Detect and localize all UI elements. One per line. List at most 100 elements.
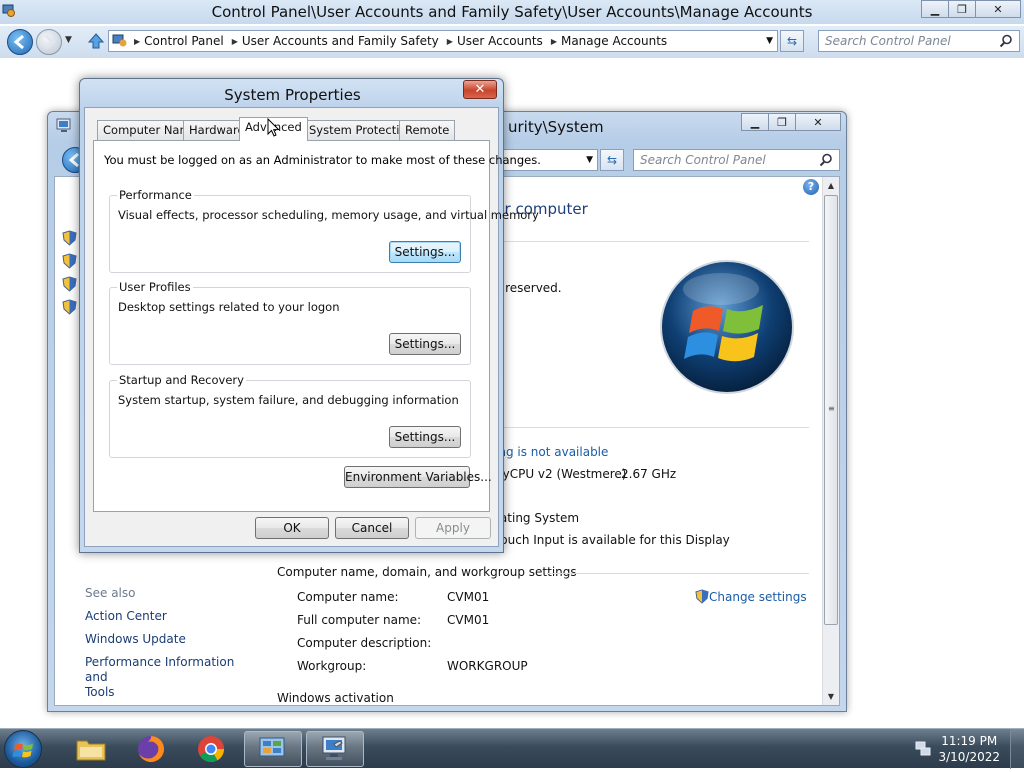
breadcrumb-separator-icon[interactable]: ▶	[445, 37, 453, 46]
up-arrow-icon[interactable]	[86, 31, 106, 51]
dialog-close-button[interactable]: ✕	[463, 80, 497, 99]
taskbar-clock[interactable]: 11:19 PM 3/10/2022	[938, 733, 1000, 765]
shield-icon	[695, 589, 709, 604]
rating-link[interactable]: ing is not available	[495, 445, 608, 459]
performance-group: Performance Visual effects, processor sc…	[109, 188, 539, 273]
forward-button[interactable]	[36, 29, 62, 55]
admin-note: You must be logged on as an Administrato…	[104, 153, 541, 167]
minimize-button[interactable]: ▁	[741, 113, 769, 131]
breadcrumb-user-accounts-family-safety[interactable]: User Accounts and Family Safety	[238, 34, 445, 48]
breadcrumb-separator-icon[interactable]: ▶	[549, 37, 557, 46]
user-profiles-title: User Profiles	[117, 280, 193, 294]
computer-name-value: CVM01	[447, 590, 490, 604]
start-button[interactable]	[4, 730, 42, 768]
close-icon: ✕	[993, 2, 1003, 16]
divider	[547, 573, 809, 574]
help-button[interactable]: ?	[803, 179, 819, 195]
show-desktop-button[interactable]	[1010, 729, 1024, 769]
address-dropdown-icon[interactable]: ▼	[586, 155, 593, 165]
apply-button[interactable]: Apply	[415, 517, 491, 539]
help-icon: ?	[807, 180, 815, 193]
user-profiles-settings-button[interactable]: Settings...	[389, 333, 461, 355]
address-dropdown-icon[interactable]: ▼	[766, 36, 773, 46]
dialog-body: Computer Name Hardware Advanced System P…	[84, 107, 541, 547]
close-button[interactable]: ✕	[975, 0, 1021, 18]
taskbar: 11:19 PM 3/10/2022	[0, 728, 1024, 769]
refresh-button[interactable]: ⇆	[780, 30, 804, 52]
link-windows-update[interactable]: Windows Update	[85, 632, 255, 647]
see-also-title: See also	[85, 586, 136, 600]
firefox-icon	[138, 736, 164, 762]
search-icon[interactable]	[819, 153, 833, 167]
full-computer-name-value: CVM01	[447, 613, 490, 627]
link-performance-line1: Performance Information and	[85, 655, 235, 684]
copyright-text: s reserved.	[495, 281, 562, 295]
taskbar-firefox[interactable]	[122, 731, 180, 767]
back-arrow-icon	[13, 34, 24, 50]
refresh-button[interactable]: ⇆	[600, 149, 624, 171]
address-bar[interactable]: ▶ Control Panel ▶ User Accounts and Fami…	[108, 30, 778, 52]
breadcrumb-separator-icon[interactable]: ▶	[132, 37, 140, 46]
processor-text: nyCPU v2 (Westmere)	[495, 467, 627, 481]
scroll-down-icon[interactable]: ▼	[823, 688, 839, 705]
minimize-icon: ▁	[750, 115, 760, 129]
control-panel-icon	[112, 34, 127, 47]
change-settings-link[interactable]: Change settings	[695, 589, 807, 604]
vertical-scrollbar[interactable]: ▲ ≡ ▼	[822, 177, 839, 705]
advanced-tab-panel: You must be logged on as an Administrato…	[93, 140, 541, 512]
recent-pages-icon[interactable]: ▼	[65, 35, 72, 45]
windows-logo	[660, 260, 794, 394]
windows-activation-title: Windows activation	[277, 691, 394, 705]
minimize-button[interactable]: ▁	[921, 0, 949, 18]
taskbar-system-properties[interactable]	[306, 731, 364, 767]
search-input[interactable]: Search Control Panel	[633, 149, 840, 171]
performance-settings-button[interactable]: Settings...	[389, 241, 461, 263]
ok-button[interactable]: OK	[255, 517, 329, 539]
link-performance-information[interactable]: Performance Information and Tools	[85, 655, 255, 700]
divider	[495, 241, 809, 242]
change-settings-label: Change settings	[709, 589, 807, 604]
tab-remote[interactable]: Remote	[399, 120, 456, 140]
user-profiles-desc: Desktop settings related to your logon	[118, 300, 340, 314]
taskbar-chrome[interactable]	[182, 731, 240, 767]
user-profiles-group: User Profiles Desktop settings related t…	[109, 280, 471, 365]
breadcrumb-manage-accounts[interactable]: Manage Accounts	[557, 34, 673, 48]
chrome-icon	[198, 736, 225, 763]
manage-accounts-addressbar: ▼ ▶ Control Panel ▶ User Accounts and Fa…	[0, 26, 1024, 58]
workgroup-label: Workgroup:	[297, 659, 367, 673]
breadcrumb-control-panel[interactable]: Control Panel	[140, 34, 230, 48]
folder-icon	[76, 740, 106, 761]
refresh-icon: ⇆	[606, 153, 618, 167]
restore-button[interactable]: ❐	[948, 0, 976, 18]
control-panel-icon	[259, 737, 285, 757]
search-placeholder: Search Control Panel	[825, 34, 951, 48]
restore-button[interactable]: ❐	[768, 113, 796, 131]
computer-name-label: Computer name:	[297, 590, 399, 604]
manage-accounts-titlebar[interactable]: Control Panel\User Accounts and Family S…	[0, 0, 1024, 24]
mouse-cursor-icon	[267, 118, 280, 137]
shield-icon	[62, 230, 77, 246]
back-button[interactable]	[7, 29, 33, 55]
forward-arrow-icon	[45, 34, 56, 50]
performance-desc: Visual effects, processor scheduling, me…	[118, 208, 539, 222]
close-button[interactable]: ✕	[795, 113, 841, 131]
taskbar-control-panel[interactable]	[244, 731, 302, 767]
clock-time: 11:19 PM	[941, 734, 998, 748]
cancel-button[interactable]: Cancel	[335, 517, 409, 539]
scroll-thumb[interactable]: ≡	[824, 195, 838, 625]
windows-start-icon	[12, 743, 33, 758]
system-properties-icon	[322, 736, 346, 760]
breadcrumb-user-accounts[interactable]: User Accounts	[453, 34, 549, 48]
link-performance-line2: Tools	[85, 685, 115, 699]
system-icon	[56, 118, 71, 132]
search-icon[interactable]	[999, 34, 1013, 48]
search-input[interactable]: Search Control Panel	[818, 30, 1020, 52]
restore-icon: ❐	[957, 2, 967, 16]
scroll-up-icon[interactable]: ▲	[823, 177, 839, 194]
environment-variables-button[interactable]: Environment Variables...	[344, 466, 492, 488]
startup-recovery-settings-button[interactable]: Settings...	[389, 426, 461, 448]
network-icon[interactable]	[914, 740, 932, 758]
breadcrumb-separator-icon[interactable]: ▶	[230, 37, 238, 46]
link-action-center[interactable]: Action Center	[85, 609, 255, 624]
taskbar-explorer[interactable]	[62, 731, 120, 767]
